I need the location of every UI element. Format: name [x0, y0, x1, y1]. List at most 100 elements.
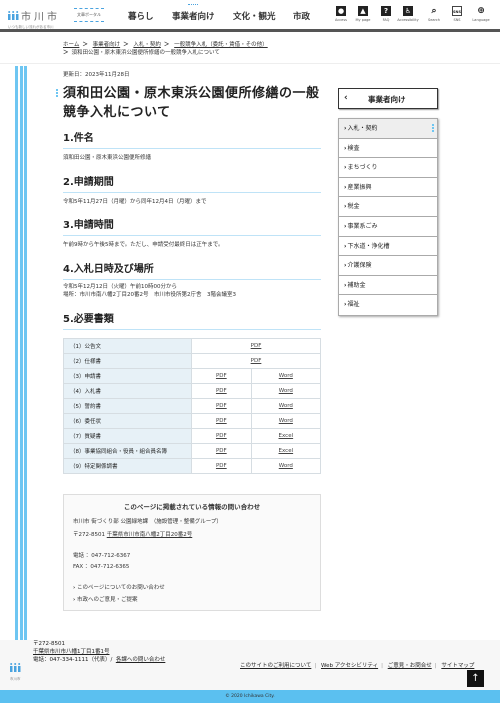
updated-date: 更新日：2023年11月28日	[63, 72, 130, 78]
footer-link-feedback[interactable]: ご意見・お問合せ	[388, 663, 432, 669]
pdf-link[interactable]: PDF	[251, 343, 262, 349]
section-text: 須和田公園・原木東浜公園便所修繕	[63, 155, 152, 161]
search-button[interactable]: ⌕ Search	[423, 6, 445, 22]
logo-mark-icon	[8, 11, 19, 20]
pdf-link[interactable]: PDF	[216, 373, 227, 379]
footer-link-accessibility[interactable]: Web アクセシビリティ	[321, 663, 378, 669]
chevron-right-icon: ›	[73, 597, 76, 603]
word-link[interactable]: Word	[279, 463, 293, 469]
breadcrumb-bidding[interactable]: 入札・契約	[133, 42, 161, 48]
mypage-button[interactable]: ▲ My page	[352, 6, 374, 22]
accessibility-button[interactable]: ♿ Accessibility	[397, 6, 419, 22]
search-icon: ⌕	[429, 6, 439, 16]
doc-name: （3）申請書	[63, 368, 192, 384]
title-marker	[56, 89, 58, 98]
footer-address: 〒272-8501 千葉県市川市八幡1丁目1番1号 電話：047-334-111…	[33, 640, 165, 664]
doc-name: （8）事業協同組合・役員・組合員名簿	[63, 443, 192, 459]
nav-business[interactable]: 事業者向け	[172, 4, 215, 22]
page-title: 須和田公園・原木東浜公園便所修繕の一般競争入札について	[63, 86, 320, 120]
nav-city[interactable]: 市政	[293, 10, 310, 22]
section-heading: 1.件名	[63, 129, 321, 149]
breadcrumb-home[interactable]: ホーム	[63, 42, 79, 48]
word-link[interactable]: Word	[279, 418, 293, 424]
doc-name: （1）公告文	[63, 338, 192, 354]
active-marker	[432, 124, 434, 133]
sidebar-item-tax[interactable]: ›税金	[339, 197, 437, 217]
table-row: （5）誓約書 PDF Word	[63, 398, 322, 414]
excel-link[interactable]: Excel	[279, 448, 294, 454]
page-inquiry-link[interactable]: › このページについてのお問い合わせ	[73, 583, 165, 591]
footer-contact-link[interactable]: 各課への問い合わせ	[116, 657, 166, 663]
breadcrumb: ホーム＞ 事業者向け＞ 入札・契約＞ 一般競争入札（委託・賃借・その他） ＞須和…	[63, 42, 268, 56]
sns-icon: SNS	[452, 6, 462, 16]
language-button[interactable]: ⊕ Language	[470, 6, 492, 22]
word-link[interactable]: Word	[279, 373, 293, 379]
sidebar-item-town-planning[interactable]: ›まちづくり	[339, 158, 437, 178]
section-text: 場所：市川市南八幡2丁目20番2号 市川市役所第2庁舎 3階会議室3	[63, 292, 236, 298]
divider	[0, 63, 500, 64]
table-row: （7）質疑書 PDF Excel	[63, 428, 322, 444]
copyright: © 2020 Ichikawa City.	[0, 690, 500, 703]
nav-kurashi[interactable]: 暮らし	[128, 10, 154, 22]
contact-dept: 市川市 街づくり部 公園緑地課 （施設管理・整備グループ）	[73, 519, 222, 525]
sns-button[interactable]: SNS SNS	[446, 6, 468, 22]
pdf-link[interactable]: PDF	[216, 418, 227, 424]
table-row: （2）仕様書 PDF	[63, 353, 321, 369]
word-link[interactable]: Word	[279, 403, 293, 409]
sidebar-item-bidding[interactable]: ›入札・契約	[339, 119, 437, 139]
sidebar-item-sewerage[interactable]: ›下水道・浄化槽	[339, 237, 437, 257]
sidebar-nav: ›入札・契約 ›検査 ›まちづくり ›産業振興 ›税金 ›事業系ごみ ›下水道・…	[338, 118, 438, 316]
contact-postal: 〒272-8501	[73, 532, 105, 538]
doc-name: （6）委任状	[63, 413, 192, 429]
pdf-link[interactable]: PDF	[216, 403, 227, 409]
contact-address-link[interactable]: 千葉県市川市南八幡2丁目20番2号	[107, 532, 193, 538]
pdf-link[interactable]: PDF	[216, 448, 227, 454]
sidebar-item-industry[interactable]: ›産業振興	[339, 178, 437, 198]
sidebar-item-welfare[interactable]: ›福祉	[339, 295, 437, 315]
breadcrumb-general-bid[interactable]: 一般競争入札（委託・賃借・その他）	[174, 42, 268, 48]
pdf-link[interactable]: PDF	[216, 463, 227, 469]
section-heading: 3.申請時間	[63, 216, 321, 236]
sidebar-back-button[interactable]: ‹ 事業者向け	[338, 88, 438, 109]
footer-links: このサイトのご利用について | Web アクセシビリティ | ご意見・お問合せ | サ…	[240, 663, 475, 669]
footer-postal: 〒272-8501	[33, 641, 65, 647]
section-text: 令和5年11月27日（月曜）から同年12月4日（月曜）まで	[63, 199, 207, 205]
pdf-link[interactable]: PDF	[216, 388, 227, 394]
footer-logo: 市川市	[10, 657, 21, 682]
decor-stripe	[15, 66, 18, 640]
question-icon: ?	[381, 6, 391, 16]
documents-table: （1）公告文 PDF （2）仕様書 PDF （3）申請書 PDF Word （4）入札書…	[63, 338, 322, 474]
logo-tagline: いつも新しい流れがある市川	[8, 25, 54, 29]
site-logo[interactable]: 市川市 いつも新しい流れがある市川	[8, 5, 60, 30]
sidebar-item-care-insurance[interactable]: ›介護保険	[339, 256, 437, 276]
contact-box: このページに掲載されている情報の問い合わせ 市川市 街づくり部 公園緑地課 （施…	[63, 494, 321, 611]
footer-link-terms[interactable]: このサイトのご利用について	[240, 663, 311, 669]
faq-button[interactable]: ? FAQ	[375, 6, 397, 22]
section-heading: 2.申請期間	[63, 173, 321, 193]
excel-link[interactable]: Excel	[279, 433, 294, 439]
logo-name: 市川市	[21, 12, 60, 23]
portal-link[interactable]: 文章ポータル	[74, 8, 104, 22]
sidebar-item-business-waste[interactable]: ›事業系ごみ	[339, 217, 437, 237]
chevron-right-icon: ›	[73, 585, 76, 591]
accessibility-icon: ♿	[403, 6, 413, 16]
sidebar-item-inspection[interactable]: ›検査	[339, 139, 437, 159]
access-button[interactable]: ● Access	[330, 6, 352, 22]
footer-address-link[interactable]: 千葉県市川市八幡1丁目1番1号	[33, 649, 110, 655]
table-row: （9）特定関係調書 PDF Word	[63, 458, 322, 474]
table-row: （6）委任状 PDF Word	[63, 413, 322, 429]
back-to-top-button[interactable]: ↑	[467, 670, 484, 687]
pdf-link[interactable]: PDF	[251, 358, 262, 364]
arrow-up-icon: ↑	[471, 673, 480, 684]
opinion-link[interactable]: › 市政へのご意見・ご提案	[73, 595, 138, 603]
sidebar-item-subsidy[interactable]: ›補助金	[339, 276, 437, 296]
map-pin-icon: ●	[336, 6, 346, 16]
table-row: （4）入札書 PDF Word	[63, 383, 322, 399]
breadcrumb-business[interactable]: 事業者向け	[93, 42, 121, 48]
section-heading: 4.入札日時及び場所	[63, 260, 321, 280]
decor-stripe	[24, 66, 27, 640]
word-link[interactable]: Word	[279, 388, 293, 394]
footer-link-sitemap[interactable]: サイトマップ	[441, 663, 474, 669]
nav-culture[interactable]: 文化・観光	[233, 10, 276, 22]
pdf-link[interactable]: PDF	[216, 433, 227, 439]
